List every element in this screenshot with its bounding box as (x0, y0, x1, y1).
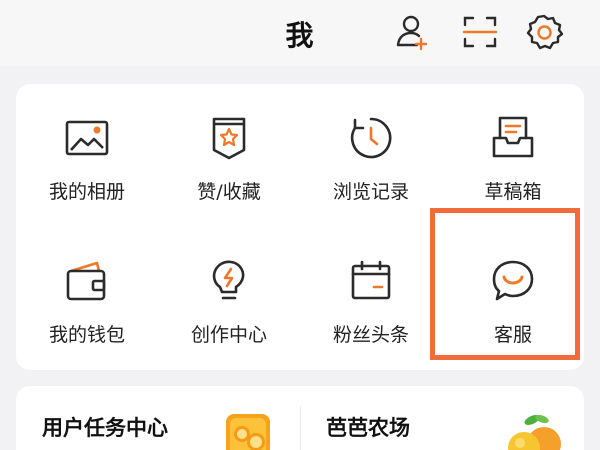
drafts-icon (489, 114, 537, 162)
grid-item-label: 赞/收藏 (197, 181, 261, 203)
grid-item-like-favorite[interactable]: 赞/收藏 (158, 84, 300, 227)
grid-item-drafts[interactable]: 草稿箱 (442, 84, 584, 227)
promo-title: 用户任务中心 (42, 416, 168, 440)
promo-title: 芭芭农场 (326, 416, 410, 440)
creator-center-icon (205, 257, 253, 305)
wallet-icon (63, 257, 111, 305)
grid-item-label: 客服 (493, 324, 532, 346)
grid-item-label: 草稿箱 (484, 181, 542, 203)
grid-item-label: 创作中心 (190, 324, 267, 346)
top-bar: 我 (0, 0, 600, 66)
grid-item-label: 粉丝头条 (332, 324, 409, 346)
fans-headline-icon (347, 257, 395, 305)
grid-item-creator-center[interactable]: 创作中心 (158, 227, 300, 370)
grid-item-label: 浏览记录 (332, 181, 409, 203)
grid-item-label: 我的相册 (48, 181, 125, 203)
gold-coins-icon (218, 408, 282, 450)
photo-album-icon (63, 114, 111, 162)
grid-item-my-wallet[interactable]: 我的钱包 (16, 227, 158, 370)
grid-item-fans-headline[interactable]: 粉丝头条 (300, 227, 442, 370)
grid-item-history[interactable]: 浏览记录 (300, 84, 442, 227)
add-friend-icon[interactable] (393, 12, 433, 52)
promo-card: 用户任务中心 芭芭农场 (16, 386, 584, 450)
fruit-icon (502, 408, 566, 450)
settings-icon[interactable] (524, 12, 564, 52)
feature-grid: 我的相册 赞/收藏 浏览记录 草稿箱 我的钱包 创作中心 粉丝头条 客服 (16, 84, 584, 370)
promo-baba-farm[interactable]: 芭芭农场 (300, 386, 584, 450)
history-icon (347, 114, 395, 162)
grid-item-my-album[interactable]: 我的相册 (16, 84, 158, 227)
promo-task-center[interactable]: 用户任务中心 (16, 386, 300, 450)
grid-item-customer-service[interactable]: 客服 (442, 227, 584, 370)
page-title: 我 (285, 19, 315, 52)
grid-item-label: 我的钱包 (48, 324, 125, 346)
scan-icon[interactable] (460, 12, 500, 52)
customer-service-icon (489, 257, 537, 305)
like-favorite-icon (205, 114, 253, 162)
